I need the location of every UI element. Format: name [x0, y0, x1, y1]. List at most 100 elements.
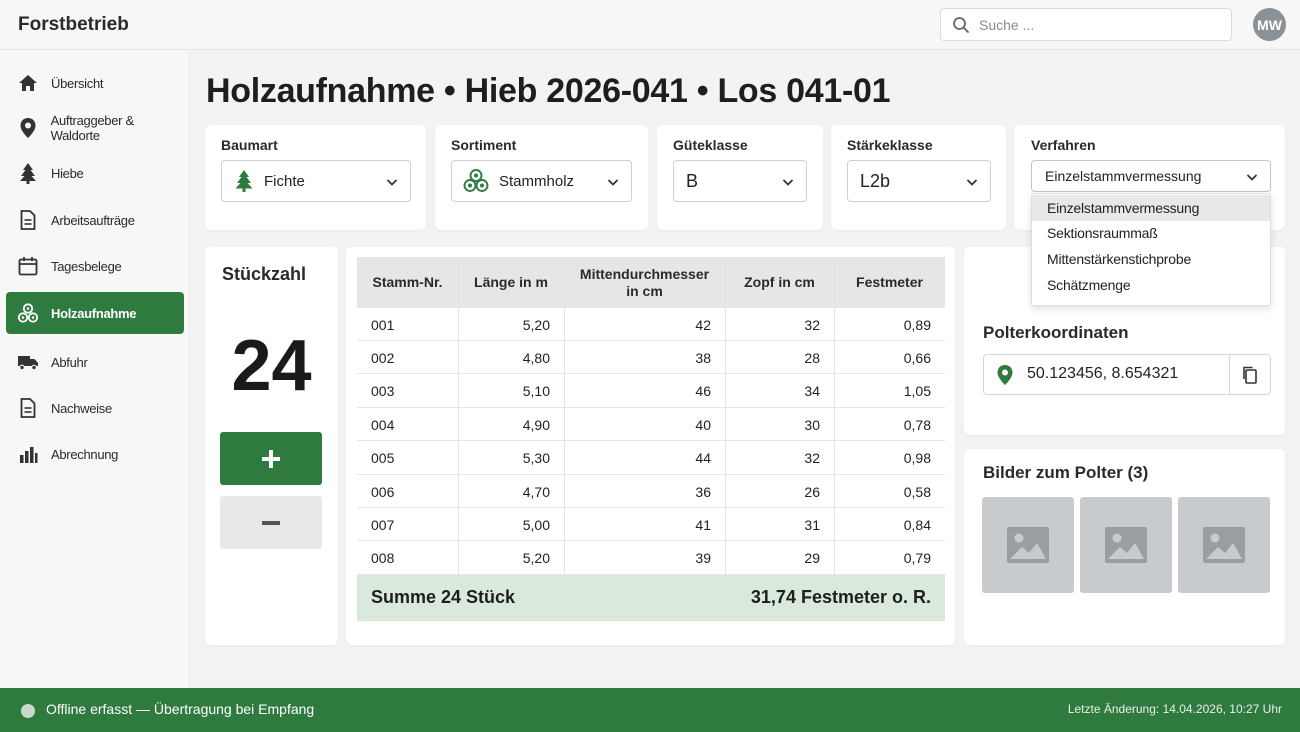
cell-stamm-nr: 008: [371, 550, 395, 567]
verfahren-option[interactable]: Sektionsraummaß: [1032, 220, 1270, 246]
table-row[interactable]: 002 4,80 38 28 0,66: [357, 341, 945, 375]
cell-zopf: 32: [804, 316, 820, 333]
user-avatar[interactable]: MW: [1253, 8, 1286, 41]
image-placeholder-icon: [1105, 527, 1147, 563]
gueteklasse-value: B: [686, 170, 699, 191]
table-row[interactable]: 007 5,00 41 31 0,84: [357, 508, 945, 542]
sortiment-value: Stammholz: [499, 172, 575, 190]
sidebar-item-abrechnung[interactable]: Abrechnung: [6, 433, 184, 475]
cell-zopf: 32: [804, 450, 820, 467]
baumart-select[interactable]: Fichte: [221, 160, 411, 202]
sidebar-item-abfuhr[interactable]: Abfuhr: [6, 341, 184, 383]
staerkeklasse-select[interactable]: L2b: [847, 160, 991, 202]
verfahren-dropdown-menu: Einzelstammvermessung Sektionsraummaß Mi…: [1031, 193, 1271, 306]
search-input[interactable]: [979, 13, 1224, 37]
cell-stamm-nr: 007: [371, 516, 395, 533]
table-row[interactable]: 003 5,10 46 34 1,05: [357, 375, 945, 408]
cell-stamm-nr: 001: [371, 316, 395, 333]
cell-zopf: 34: [804, 383, 820, 400]
filter-card-gueteklasse: Güteklasse B: [657, 125, 823, 230]
summary-row: Summe 24 Stück 31,74 Festmeter o. R.: [357, 575, 945, 621]
piece-count-title: Stückzahl: [222, 264, 307, 284]
cell-mittendurchmesser: 41: [695, 516, 711, 533]
cell-stamm-nr: 002: [371, 349, 395, 366]
increment-button[interactable]: [220, 432, 322, 485]
sortiment-select[interactable]: Stammholz: [451, 160, 632, 202]
sidebar-item-holzaufnahme[interactable]: Holzaufnahme: [6, 292, 184, 334]
images-card: Bilder zum Polter (3): [964, 449, 1285, 645]
table-row[interactable]: 006 4,70 36 26 0,58: [357, 475, 945, 508]
verfahren-option[interactable]: Mittenstärkenstichprobe: [1032, 246, 1270, 272]
last-modified-text: Letzte Änderung: 14.04.2026, 10:27 Uhr: [1067, 702, 1282, 716]
sidebar-item-tagesbelege[interactable]: Tagesbelege: [6, 245, 184, 287]
cell-festmeter: 0,58: [903, 483, 931, 500]
brand-title: Forstbetrieb: [18, 14, 129, 35]
piece-count-card: Stückzahl 24: [205, 247, 338, 645]
cell-mittendurchmesser: 42: [695, 316, 711, 333]
sidebar-item-nachweise[interactable]: Nachweise: [6, 387, 184, 429]
summary-count: Summe 24 Stück: [371, 587, 516, 607]
cell-zopf: 29: [804, 550, 820, 567]
map-pin-icon: [997, 365, 1013, 385]
cell-laenge: 5,20: [522, 550, 550, 567]
column-header-festmeter: Festmeter: [856, 274, 923, 290]
cell-mittendurchmesser: 46: [695, 383, 711, 400]
filter-card-staerkeklasse: Stärkeklasse L2b: [831, 125, 1006, 230]
table-row[interactable]: 001 5,20 42 32 0,89: [357, 308, 945, 341]
decrement-button[interactable]: [220, 496, 322, 549]
cell-mittendurchmesser: 40: [695, 416, 711, 433]
sidebar-item-label: Abrechnung: [51, 446, 119, 462]
bar-chart-icon: [17, 443, 39, 465]
cell-stamm-nr: 005: [371, 450, 395, 467]
verfahren-value: Einzelstammvermessung: [1045, 168, 1202, 184]
verfahren-label: Verfahren: [1031, 137, 1096, 153]
cell-festmeter: 0,84: [903, 516, 931, 533]
cell-festmeter: 1,05: [903, 383, 931, 400]
sidebar-item-label: Arbeitsaufträge: [51, 212, 135, 228]
image-thumbnail[interactable]: [1178, 497, 1270, 593]
status-bar: Offline erfasst — Übertragung bei Empfan…: [0, 688, 1300, 732]
sortiment-label: Sortiment: [451, 137, 517, 153]
sidebar-item-label: Holzaufnahme: [51, 305, 137, 321]
baumart-value: Fichte: [264, 172, 305, 190]
chevron-down-icon: [607, 179, 619, 186]
cell-stamm-nr: 006: [371, 483, 395, 500]
table-row[interactable]: 008 5,20 39 29 0,79: [357, 542, 945, 575]
chevron-down-icon: [1246, 174, 1258, 181]
log-pile-icon: [17, 302, 39, 324]
verfahren-option[interactable]: Schätzmenge: [1032, 272, 1270, 298]
field-divider: [1229, 355, 1230, 394]
cell-festmeter: 0,66: [903, 349, 931, 366]
sidebar-item-hiebe[interactable]: Hiebe: [6, 152, 184, 194]
gueteklasse-select[interactable]: B: [673, 160, 807, 202]
table-row[interactable]: 004 4,90 40 30 0,78: [357, 408, 945, 442]
search-box[interactable]: [940, 8, 1232, 41]
image-placeholder-icon: [1007, 527, 1049, 563]
status-text: Offline erfasst — Übertragung bei Empfan…: [46, 701, 315, 717]
coordinates-field[interactable]: 50.123456, 8.654321: [983, 354, 1271, 395]
piece-count-value: 24: [231, 326, 312, 406]
column-header-zopf: Zopf in cm: [744, 274, 815, 290]
sidebar-item-label: Tagesbelege: [51, 258, 122, 274]
calendar-icon: [17, 255, 39, 277]
image-thumbnail[interactable]: [1080, 497, 1172, 593]
plus-icon: [262, 449, 280, 468]
cell-festmeter: 0,98: [903, 450, 931, 467]
sidebar-item-label: Hiebe: [51, 165, 84, 181]
cell-laenge: 4,90: [522, 416, 550, 433]
verfahren-select[interactable]: Einzelstammvermessung: [1031, 160, 1271, 192]
chevron-down-icon: [782, 179, 794, 186]
sidebar-item-arbeitsauftraege[interactable]: Arbeitsaufträge: [6, 199, 184, 241]
verfahren-option[interactable]: Einzelstammvermessung: [1032, 195, 1270, 221]
copy-icon[interactable]: [1241, 365, 1259, 385]
table-row[interactable]: 005 5,30 44 32 0,98: [357, 442, 945, 475]
image-thumbnail[interactable]: [982, 497, 1074, 593]
cell-festmeter: 0,89: [903, 316, 931, 333]
sidebar-item-uebersicht[interactable]: Übersicht: [6, 62, 184, 104]
sidebar-item-auftraggeber[interactable]: Auftraggeber & Waldorte: [6, 107, 184, 149]
column-header-mittendurchmesser: Mittendurchmesser in cm: [579, 265, 710, 299]
cell-zopf: 30: [804, 416, 820, 433]
summary-volume: 31,74 Festmeter o. R.: [750, 587, 931, 607]
status-indicator-dot: [21, 704, 35, 718]
cell-zopf: 31: [804, 516, 820, 533]
